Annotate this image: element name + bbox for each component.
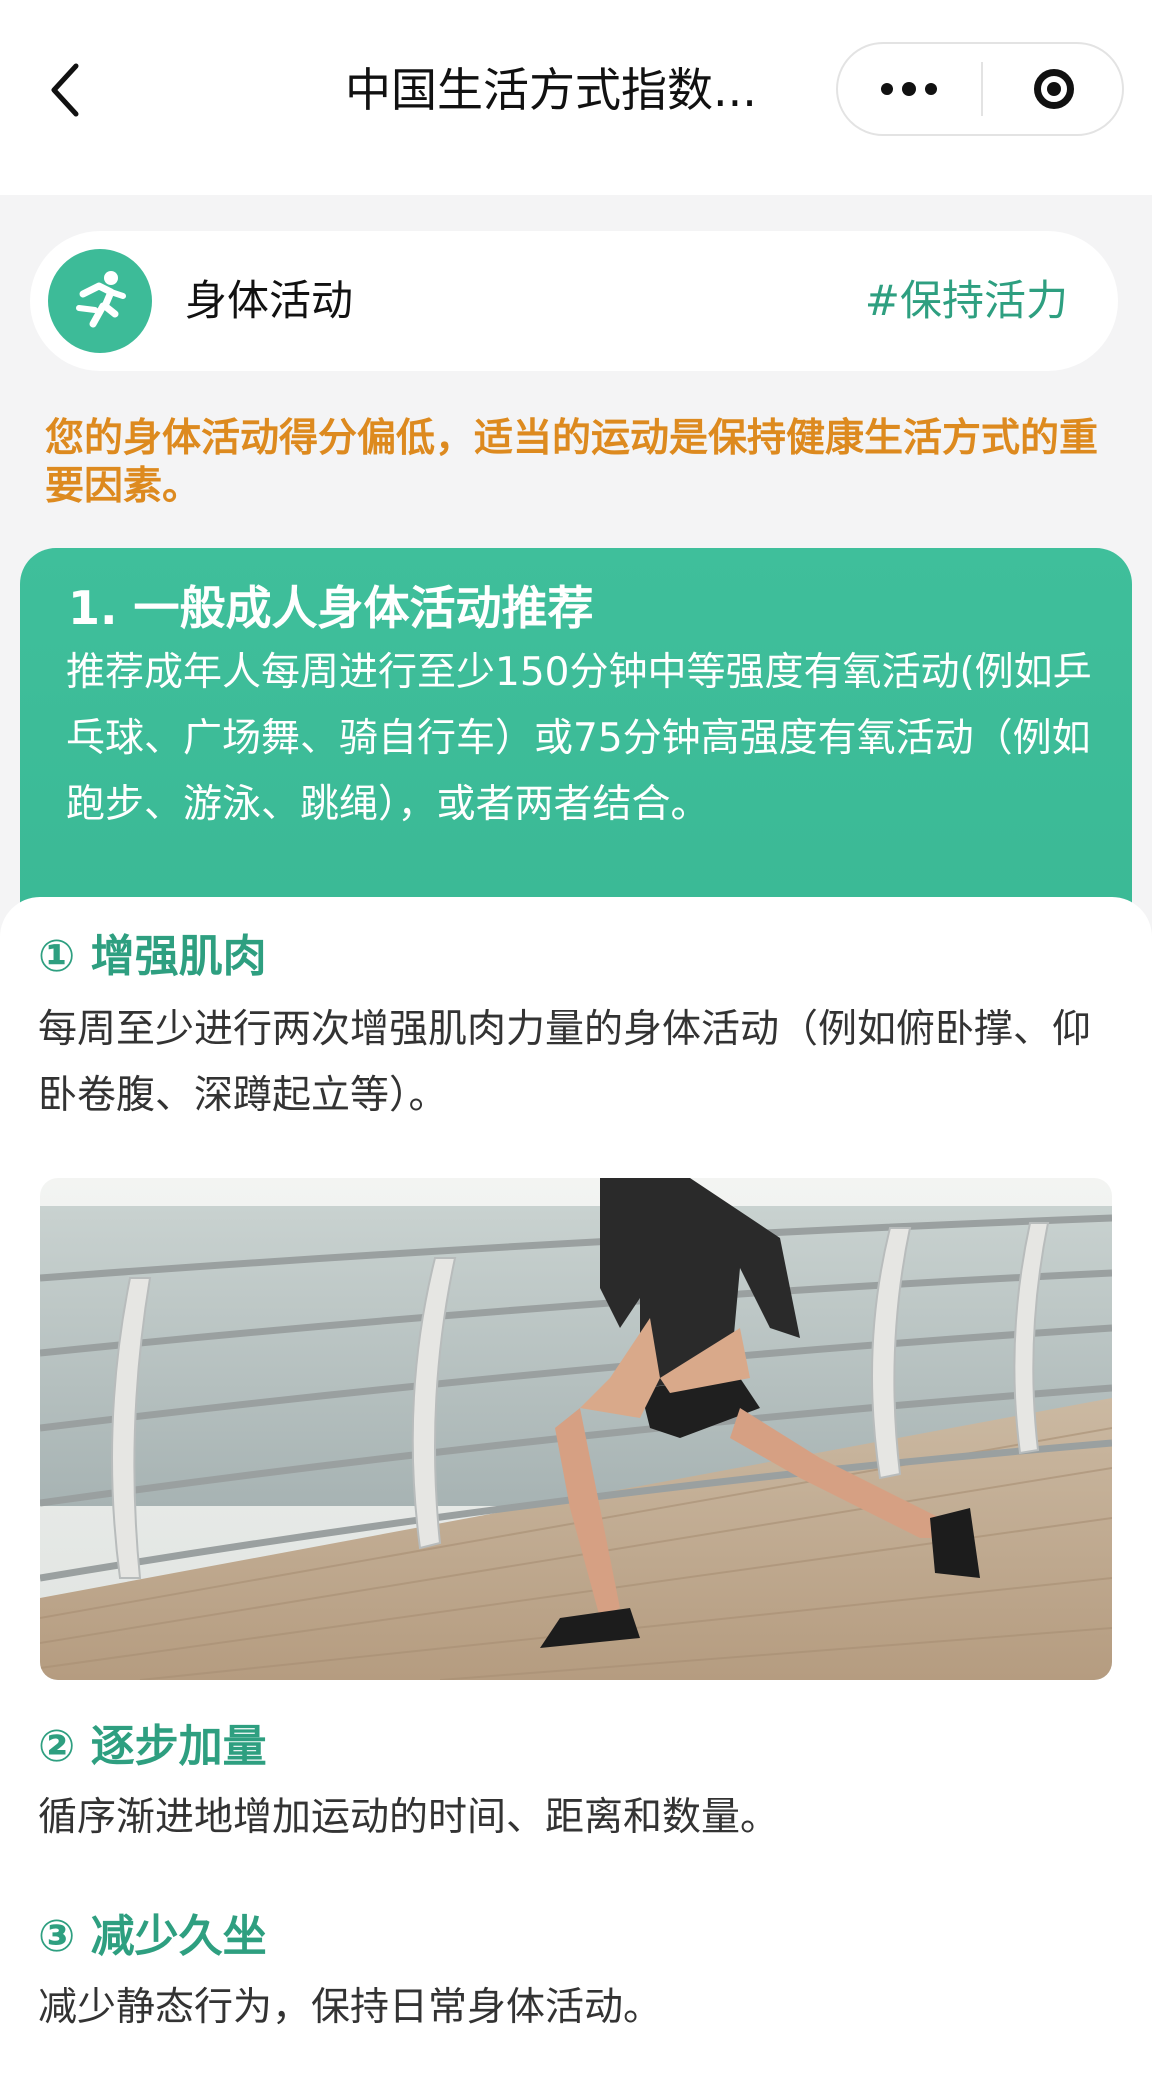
chevron-left-icon	[51, 63, 79, 117]
section-text: 减少静态行为，保持日常身体活动。	[38, 1985, 663, 2030]
section-title: ① 增强肌肉	[38, 931, 267, 982]
close-button[interactable]	[984, 44, 1124, 134]
category-tag: #保持活力	[864, 276, 1068, 325]
recommendation-title: 1. 一般成人身体活动推荐	[68, 581, 594, 635]
exercise-photo	[40, 1178, 1112, 1680]
mini-program-capsule	[836, 42, 1124, 136]
page-title: 中国生活方式指数...	[345, 63, 757, 117]
target-circle-icon	[1034, 69, 1074, 109]
page-body: 身体活动 #保持活力 您的身体活动得分偏低，适当的运动是保持健康生活方式的重要因…	[0, 195, 1152, 2081]
section-text: 循序渐进地增加运动的时间、距离和数量。	[38, 1795, 780, 1840]
nav-bar: 中国生活方式指数...	[0, 0, 1152, 195]
category-header: 身体活动 #保持活力	[30, 231, 1118, 371]
section-text: 每周至少进行两次增强肌肉力量的身体活动（例如俯卧撑、仰卧卷腹、深蹲起立等）。	[38, 1007, 1092, 1118]
capsule-divider	[981, 62, 983, 116]
recommendation-body: 推荐成年人每周进行至少150分钟中等强度有氧活动(例如乒乓球、广场舞、骑自行车）…	[66, 650, 1092, 827]
score-warning: 您的身体活动得分偏低，适当的运动是保持健康生活方式的重要因素。	[45, 416, 1099, 509]
more-dots-icon	[881, 83, 893, 95]
category-title: 身体活动	[185, 276, 354, 325]
back-button[interactable]	[40, 58, 90, 122]
section-title: ② 逐步加量	[38, 1721, 267, 1772]
running-person-icon	[48, 249, 152, 353]
more-button[interactable]	[838, 44, 980, 134]
section-title: ③ 减少久坐	[38, 1911, 267, 1962]
